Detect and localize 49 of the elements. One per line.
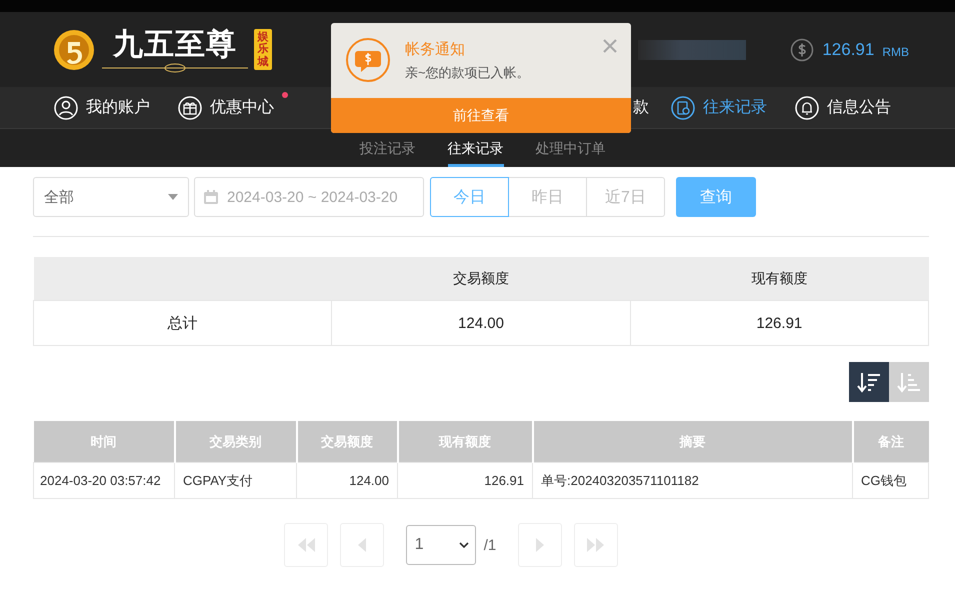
logo-emblem-icon xyxy=(52,28,96,72)
notification-message: 亲~您的款项已入帐。 xyxy=(405,64,531,82)
nav-item[interactable]: 我的账户 xyxy=(54,96,150,120)
page-total: /1 xyxy=(484,536,496,554)
logo-badge: 娱乐城 xyxy=(254,29,272,70)
table-cell: 126.91 xyxy=(398,462,532,498)
ornament-line-icon xyxy=(100,62,250,72)
sort-lines-icon xyxy=(856,370,882,394)
nav-item[interactable]: 往来记录 xyxy=(671,96,767,120)
table-cell: CGPAY支付 xyxy=(174,462,296,498)
calendar-icon xyxy=(203,189,219,205)
date-range-text: 2024-03-20 ~ 2024-03-20 xyxy=(227,188,398,206)
table-cell: 124.00 xyxy=(296,462,398,498)
user-icon xyxy=(54,96,78,120)
chevron-icon xyxy=(458,542,469,548)
first-page-button[interactable] xyxy=(284,523,328,567)
caret-icon xyxy=(168,194,178,200)
sort-lines-icon xyxy=(896,370,922,394)
next-page-button[interactable] xyxy=(518,523,562,567)
table-cell: 2024-03-20 03:57:42 xyxy=(34,462,174,498)
notification-title: 帐务通知 xyxy=(405,40,466,60)
logo-text: 九五至尊 xyxy=(113,26,237,62)
first-page-icon xyxy=(296,538,316,552)
previous-page-button[interactable] xyxy=(340,523,384,567)
currency-label: RMB xyxy=(882,44,909,58)
page-select[interactable]: 1 xyxy=(406,525,476,565)
balance-amount: 126.91 xyxy=(822,40,874,60)
type-select[interactable]: 全部 xyxy=(33,177,189,217)
bell-icon xyxy=(795,96,819,120)
page-number: 1 xyxy=(414,536,424,554)
table-cell: CG钱包 xyxy=(852,462,928,498)
nav-item[interactable]: 优惠中心 xyxy=(178,96,274,120)
last-page-button[interactable] xyxy=(574,523,618,567)
sort-descending-button[interactable] xyxy=(849,362,889,402)
dollar-icon xyxy=(790,38,814,62)
table-header: 现有额度 xyxy=(630,257,928,300)
table-cell: 124.00 xyxy=(332,300,630,346)
select-value: 全部 xyxy=(44,188,74,206)
nav-item[interactable]: 信息公告 xyxy=(795,96,891,120)
gift-icon xyxy=(178,96,202,120)
table-cell: 单号:202403203571101182 xyxy=(532,462,852,498)
close-icon xyxy=(603,39,617,53)
table-cell: 126.91 xyxy=(630,300,928,346)
clipboard-icon xyxy=(671,96,695,120)
last-page-icon xyxy=(586,538,606,552)
table-cell: 总计 xyxy=(34,300,332,346)
nav-item[interactable]: 款 xyxy=(633,97,649,118)
money-bubble-icon xyxy=(345,37,391,83)
table-header: 交易额度 xyxy=(332,257,630,300)
